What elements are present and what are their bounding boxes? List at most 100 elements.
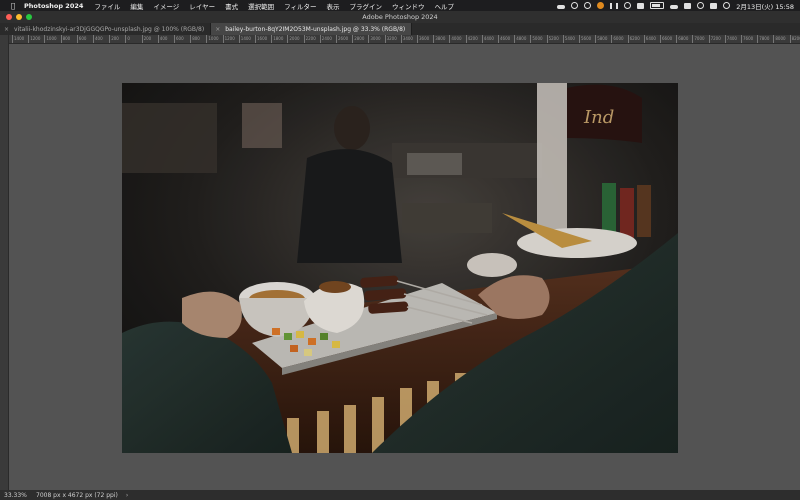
ruler-tick-label: 1800 [271,35,284,43]
ruler-tick-label: 400 [93,35,103,43]
ruler-tick-label: 6200 [627,35,640,43]
status-circle-icon[interactable] [584,2,592,9]
window-titlebar: Adobe Photoshop 2024 [0,11,800,23]
document-info: 7008 px x 4672 px (72 ppi) [36,491,118,499]
close-tab-icon[interactable]: × [215,26,220,33]
ruler-tick-label: 800 [190,35,200,43]
ruler-tick-label: 6000 [611,35,624,43]
menu-view[interactable]: 表示 [326,1,339,11]
ruler-tick-label: 1600 [254,35,268,43]
creative-cloud-icon[interactable] [571,2,579,9]
ruler-tick-label: 5600 [578,35,592,43]
ruler-tick-label: 1400 [238,35,251,43]
ruler-tick-label: 3800 [433,35,446,43]
ruler-tick-label: 2600 [335,35,349,43]
menu-window[interactable]: ウィンドウ [392,1,425,11]
tab-document-1[interactable]: × vitalii-khodzinskyi-ar3DjGGQGPo-unspla… [0,23,212,35]
media-icon[interactable] [610,2,619,9]
menu-file[interactable]: ファイル [94,1,120,11]
status-icons-area: 2月13日(火) 15:58 [557,0,794,11]
apple-menu-icon[interactable]:  [7,2,19,10]
ruler-tick-label: 4000 [449,35,462,43]
ruler-tick-label: 1000 [44,35,57,43]
ruler-tick-label: 4200 [465,35,478,43]
volume-icon[interactable] [624,2,632,9]
ruler-tick-label: 7000 [692,35,705,43]
ruler-tick-label: 3600 [416,35,430,43]
ruler-tick-label: 3000 [368,35,381,43]
ruler-tick-label: 200 [141,35,152,43]
siri-icon[interactable] [723,2,731,9]
ruler-tick-label: 1200 [28,35,41,43]
status-bar: 33.33% 7008 px x 4672 px (72 ppi) › [0,490,800,500]
ruler-tick-label: 6400 [643,35,656,43]
vertical-ruler[interactable] [0,35,9,490]
ruler-tick-label: 2000 [287,35,300,43]
food-photo: Ind [122,83,678,453]
tab-label: vitalii-khodzinskyi-ar3DjGGQGPo-unsplash… [14,25,205,33]
ruler-tick-label: 8000 [773,35,786,43]
ruler-tick-label: 4800 [514,35,527,43]
tab-label: bailey-burton-8qY2IM2O53M-unsplash.jpg @… [225,25,406,33]
ruler-tick-label: 5800 [595,35,608,43]
ruler-tick-label: 1200 [222,35,235,43]
menu-plugins[interactable]: プラグイン [349,1,382,11]
keyboard-icon[interactable] [684,2,692,9]
ruler-tick-label: 2800 [352,35,365,43]
bluetooth-icon[interactable] [637,2,645,9]
menu-edit[interactable]: 編集 [130,1,143,11]
cloud-icon[interactable] [557,4,566,9]
menu-layer[interactable]: レイヤー [189,1,215,11]
menu-image[interactable]: イメージ [153,1,179,11]
horizontal-ruler[interactable]: 1400 1200 1000 800 600 400 200 0 200 400 600 800 100… [8,35,800,44]
ruler-tick-label: 7400 [724,35,737,43]
minimize-window-button[interactable] [16,14,22,20]
close-window-button[interactable] [6,14,12,20]
battery-icon[interactable] [650,2,665,9]
search-icon[interactable] [697,2,705,9]
window-controls [6,14,32,20]
ruler-tick-label: 200 [109,35,119,43]
menu-type[interactable]: 書式 [225,1,238,11]
ruler-tick-label: 1400 [11,35,25,43]
ruler-tick-label: 5400 [562,35,575,43]
wifi-icon[interactable] [670,4,679,9]
zoom-window-button[interactable] [26,14,32,20]
menu-filter[interactable]: フィルター [284,1,316,11]
ruler-tick-label: 3200 [384,35,397,43]
ruler-tick-label: 7800 [757,35,770,43]
ruler-tick-label: 7200 [708,35,721,43]
ruler-tick-label: 800 [60,35,71,43]
ruler-tick-label: 8200 [789,35,800,43]
macos-menubar:  Photoshop 2024 ファイル 編集 イメージ レイヤー 書式 選択… [0,0,800,11]
ruler-tick-label: 5200 [546,35,559,43]
ruler-tick-label: 0 [125,35,130,43]
ruler-tick-label: 4600 [497,35,511,43]
ruler-tick-label: 400 [157,35,168,43]
ruler-tick-label: 2200 [303,35,316,43]
ruler-tick-label: 7600 [740,35,754,43]
ruler-tick-label: 6800 [676,35,689,43]
app-status-icon[interactable] [597,2,605,9]
ruler-tick-label: 4400 [481,35,494,43]
ruler-tick-label: 2400 [319,35,332,43]
close-tab-icon[interactable]: × [4,26,9,33]
app-menu[interactable]: Photoshop 2024 [24,2,83,10]
menu-help[interactable]: ヘルプ [434,1,454,11]
ruler-tick-label: 600 [76,35,87,43]
ruler-tick-label: 6600 [659,35,673,43]
document-tabbar: × vitalii-khodzinskyi-ar3DjGGQGPo-unspla… [0,23,800,35]
document-image[interactable]: Ind [122,83,678,453]
status-menu-arrow[interactable]: › [126,492,128,499]
ruler-tick-label: 1000 [206,35,219,43]
ruler-tick-label: 5000 [530,35,543,43]
control-center-icon[interactable] [710,2,718,9]
tab-document-2[interactable]: × bailey-burton-8qY2IM2O53M-unsplash.jpg… [211,23,413,35]
clock[interactable]: 2月13日(火) 15:58 [736,1,794,11]
menu-select[interactable]: 選択範囲 [248,1,274,11]
canvas-area[interactable]: Ind [9,44,800,490]
ruler-tick-label: 600 [174,35,184,43]
zoom-level[interactable]: 33.33% [4,492,28,499]
ruler-tick-label: 3400 [400,35,413,43]
window-title: Adobe Photoshop 2024 [362,13,438,21]
